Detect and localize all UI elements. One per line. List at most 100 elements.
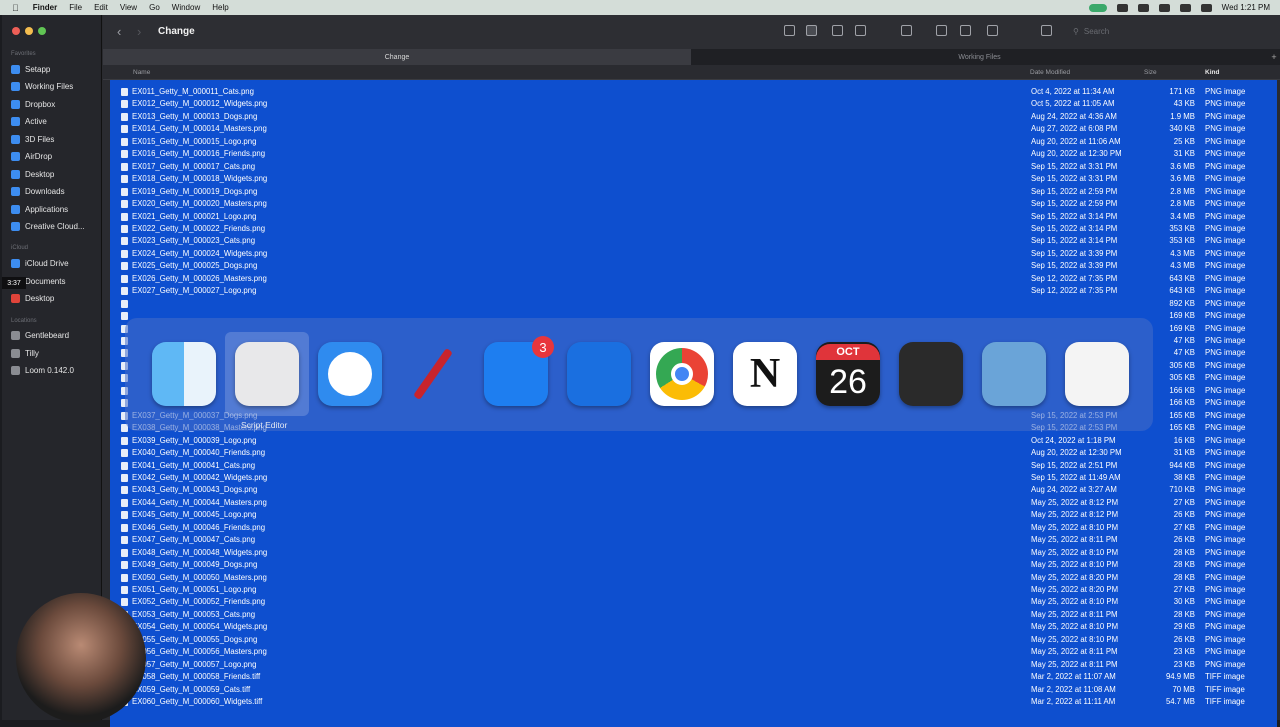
sidebar-item-desktop[interactable]: Desktop — [11, 167, 54, 181]
status-pill-icon[interactable] — [1088, 3, 1107, 12]
safari-icon[interactable] — [318, 342, 382, 406]
sidebar-item-active[interactable]: Active — [11, 114, 47, 128]
table-row[interactable]: EX017_Getty_M_000017_Cats.png Sep 15, 202… — [110, 161, 1277, 173]
table-row[interactable]: EX051_Getty_M_000051_Logo.png May 25, 202… — [110, 584, 1277, 596]
table-row[interactable]: EX019_Getty_M_000019_Dogs.png Sep 15, 202… — [110, 186, 1277, 198]
textedit-icon[interactable] — [1065, 342, 1129, 406]
menu-help[interactable]: Help — [212, 3, 228, 12]
control-center-icon[interactable] — [1137, 3, 1149, 12]
sidebar-item-loom[interactable]: Loom 0.142.0 — [11, 363, 74, 377]
table-row[interactable]: EX047_Getty_M_000047_Cats.png May 25, 202… — [110, 534, 1277, 546]
column-kind-header[interactable]: Kind — [1205, 69, 1219, 76]
sidebar-item-working-files[interactable]: Working Files — [11, 79, 73, 93]
menu-clock[interactable]: Wed 1:21 PM — [1222, 3, 1270, 12]
sidebar-item-3d-files[interactable]: 3D Files — [11, 132, 54, 146]
close-window-button[interactable] — [12, 27, 20, 35]
column-name-header[interactable]: Name — [133, 69, 150, 76]
group-icon[interactable] — [901, 25, 912, 36]
table-row[interactable]: EX044_Getty_M_000044_Masters.png May 25, … — [110, 497, 1277, 509]
more-icon[interactable] — [1158, 3, 1170, 12]
table-row[interactable]: EX054_Getty_M_000054_Widgets.png May 25, … — [110, 621, 1277, 633]
minimize-window-button[interactable] — [25, 27, 33, 35]
table-row[interactable]: EX048_Getty_M_000048_Widgets.png May 25, … — [110, 547, 1277, 559]
table-row[interactable]: EX025_Getty_M_000025_Dogs.png Sep 15, 202… — [110, 260, 1277, 272]
pen-icon[interactable] — [401, 342, 465, 406]
surfshark-icon[interactable] — [567, 342, 631, 406]
table-row[interactable]: EX059_Getty_M_000059_Cats.tiff Mar 2, 202… — [110, 684, 1277, 696]
sidebar-item-icloud-desktop[interactable]: Desktop — [11, 291, 54, 305]
spark-mail-icon[interactable]: 3 — [484, 336, 554, 406]
table-row[interactable]: EX015_Getty_M_000015_Logo.png Aug 20, 202… — [110, 136, 1277, 148]
table-row[interactable]: EX022_Getty_M_000022_Friends.png Sep 15, … — [110, 223, 1277, 235]
table-row[interactable]: EX058_Getty_M_000058_Friends.tiff Mar 2, … — [110, 671, 1277, 683]
gallery-view-icon[interactable] — [855, 25, 866, 36]
volume-icon[interactable] — [1179, 3, 1191, 12]
app-menu-finder[interactable]: Finder — [33, 3, 57, 12]
table-row[interactable]: EX020_Getty_M_000020_Masters.png Sep 15, … — [110, 198, 1277, 210]
table-row[interactable]: 892 KB PNG image — [110, 298, 1277, 310]
list-view-icon[interactable] — [806, 25, 817, 36]
apple-menu-icon[interactable]:  — [12, 3, 19, 13]
calendar-icon[interactable]: OCT 26 — [816, 342, 880, 406]
table-row[interactable]: EX040_Getty_M_000040_Friends.png Aug 20, … — [110, 447, 1277, 459]
table-row[interactable]: EX053_Getty_M_000053_Cats.png May 25, 202… — [110, 609, 1277, 621]
table-row[interactable]: EX041_Getty_M_000041_Cats.png Sep 15, 202… — [110, 460, 1277, 472]
table-row[interactable]: EX060_Getty_M_000060_Widgets.tiff Mar 2, … — [110, 696, 1277, 708]
zoom-window-button[interactable] — [38, 27, 46, 35]
sidebar-item-tilly[interactable]: Tilly — [11, 346, 39, 360]
table-row[interactable]: EX021_Getty_M_000021_Logo.png Sep 15, 202… — [110, 211, 1277, 223]
sidebar-item-applications[interactable]: Applications — [11, 202, 68, 216]
table-row[interactable]: EX045_Getty_M_000045_Logo.png May 25, 202… — [110, 509, 1277, 521]
share-icon[interactable] — [936, 25, 947, 36]
tag-icon[interactable] — [960, 25, 971, 36]
table-row[interactable]: EX014_Getty_M_000014_Masters.png Aug 27, … — [110, 123, 1277, 135]
table-row[interactable]: EX049_Getty_M_000049_Dogs.png May 25, 202… — [110, 559, 1277, 571]
sidebar-item-icloud-drive[interactable]: iCloud Drive — [11, 256, 69, 270]
table-row[interactable]: EX043_Getty_M_000043_Dogs.png Aug 24, 202… — [110, 484, 1277, 496]
sidebar-item-downloads[interactable]: Downloads — [11, 184, 65, 198]
menu-go[interactable]: Go — [149, 3, 160, 12]
forward-button[interactable]: › — [137, 24, 141, 39]
sidebar-item-dropbox[interactable]: Dropbox — [11, 97, 55, 111]
table-row[interactable]: EX011_Getty_M_000011_Cats.png Oct 4, 2022… — [110, 86, 1277, 98]
table-row[interactable]: EX024_Getty_M_000024_Widgets.png Sep 15, … — [110, 248, 1277, 260]
tes-icon[interactable] — [899, 342, 963, 406]
dropbox-toolbar-icon[interactable] — [1041, 25, 1052, 36]
table-row[interactable]: EX018_Getty_M_000018_Widgets.png Sep 15, … — [110, 173, 1277, 185]
finder-icon[interactable] — [152, 342, 216, 406]
table-row[interactable]: EX052_Getty_M_000052_Friends.png May 25, … — [110, 596, 1277, 608]
table-row[interactable]: EX039_Getty_M_000039_Logo.png Oct 24, 202… — [110, 435, 1277, 447]
table-row[interactable]: EX042_Getty_M_000042_Widgets.png Sep 15, … — [110, 472, 1277, 484]
sidebar-item-gentlebeard[interactable]: Gentlebeard — [11, 328, 69, 342]
column-date-header[interactable]: Date Modified — [1030, 69, 1070, 76]
preview-icon[interactable] — [982, 342, 1046, 406]
tab-working-files[interactable]: Working Files — [691, 49, 1268, 65]
table-row[interactable]: EX013_Getty_M_000013_Dogs.png Aug 24, 202… — [110, 111, 1277, 123]
menu-file[interactable]: File — [69, 3, 82, 12]
tab-change[interactable]: Change — [103, 49, 691, 65]
sidebar-item-airdrop[interactable]: AirDrop — [11, 149, 52, 163]
script-editor-icon[interactable] — [235, 342, 299, 406]
table-row[interactable]: EX050_Getty_M_000050_Masters.png May 25, … — [110, 572, 1277, 584]
action-icon[interactable] — [987, 25, 998, 36]
table-row[interactable]: EX016_Getty_M_000016_Friends.png Aug 20, … — [110, 148, 1277, 160]
chrome-icon[interactable] — [650, 342, 714, 406]
menu-window[interactable]: Window — [172, 3, 200, 12]
table-row[interactable]: EX055_Getty_M_000055_Dogs.png May 25, 202… — [110, 634, 1277, 646]
column-view-icon[interactable] — [832, 25, 843, 36]
search-field[interactable]: ⚲ Search — [1073, 24, 1233, 39]
table-row[interactable]: EX012_Getty_M_000012_Widgets.png Oct 5, 2… — [110, 98, 1277, 110]
sidebar-item-creative-cloud[interactable]: Creative Cloud... — [11, 219, 85, 233]
table-row[interactable]: EX057_Getty_M_000057_Logo.png May 25, 202… — [110, 659, 1277, 671]
sidebar-item-setapp[interactable]: Setapp — [11, 62, 50, 76]
new-tab-button[interactable]: + — [1268, 49, 1280, 65]
table-row[interactable]: EX023_Getty_M_000023_Cats.png Sep 15, 202… — [110, 235, 1277, 247]
download-status-icon[interactable] — [1116, 3, 1128, 12]
table-row[interactable]: EX046_Getty_M_000046_Friends.png May 25, … — [110, 522, 1277, 534]
table-row[interactable]: EX056_Getty_M_000056_Masters.png May 25, … — [110, 646, 1277, 658]
column-size-header[interactable]: Size — [1144, 69, 1157, 76]
table-row[interactable]: EX026_Getty_M_000026_Masters.png Sep 12, … — [110, 273, 1277, 285]
menu-edit[interactable]: Edit — [94, 3, 108, 12]
back-button[interactable]: ‹ — [117, 24, 121, 39]
icon-view-icon[interactable] — [784, 25, 795, 36]
